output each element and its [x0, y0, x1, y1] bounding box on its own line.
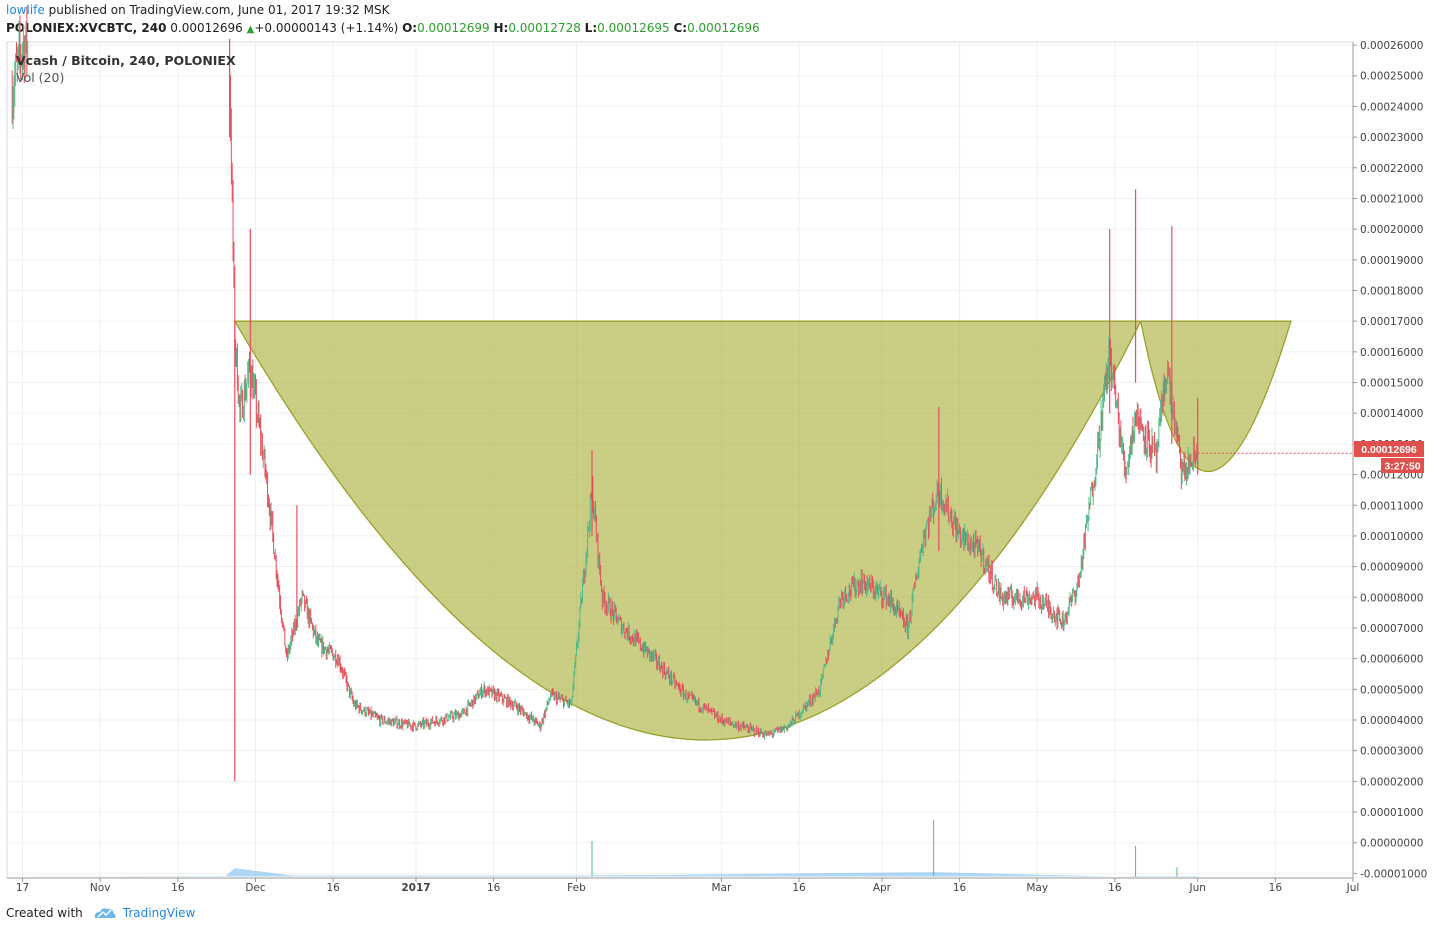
price-tick-label: 0.00010000	[1360, 531, 1423, 543]
time-tick-label: Dec	[245, 882, 266, 894]
price-tick-label: 0.00026000	[1360, 40, 1423, 52]
time-axis[interactable]: 17 Nov 16 Dec 16 2017 16 Feb Mar 16 Apr 16 May 16 Jun 1…	[7, 877, 1360, 894]
price-tick-label: 0.00017000	[1360, 316, 1423, 328]
price-tick-label: 0.00014000	[1360, 408, 1423, 420]
time-tick-label: 17	[16, 882, 29, 894]
price-tick-label: 0.00018000	[1360, 285, 1423, 297]
price-tick-label: 0.00024000	[1360, 101, 1423, 113]
time-tick-label: Jul	[1346, 882, 1360, 894]
price-tick-label: 0.00003000	[1360, 746, 1423, 758]
price-tick-label: 0.00008000	[1360, 592, 1423, 604]
time-tick-label: Jun	[1188, 882, 1205, 894]
price-tick-label: 0.00004000	[1360, 715, 1423, 727]
price-tick-label: 0.00025000	[1360, 71, 1423, 83]
price-tick-label: 0.00016000	[1360, 347, 1423, 359]
series-title[interactable]: Vcash / Bitcoin, 240, POLONIEX	[16, 52, 236, 69]
price-tick-label: 0.00020000	[1360, 224, 1423, 236]
price-tick-label: 0.00009000	[1360, 562, 1423, 574]
time-tick-label: Apr	[873, 882, 892, 894]
last-price-badge: 0.00012696 3:27:50	[1354, 441, 1424, 473]
time-tick-label: 16	[953, 882, 967, 894]
tradingview-link[interactable]: TradingView	[123, 906, 196, 920]
price-tick-label: 0.00005000	[1360, 684, 1423, 696]
countdown-badge-value: 3:27:50	[1384, 461, 1420, 473]
price-tick-label: 0.00007000	[1360, 623, 1423, 635]
time-tick-label: 16	[171, 882, 185, 894]
time-tick-label: 16	[326, 882, 340, 894]
price-tick-label: 0.00019000	[1360, 255, 1423, 267]
time-tick-label: Nov	[90, 882, 111, 894]
tradingview-cloud-icon	[94, 908, 116, 918]
time-tick-label: Mar	[712, 882, 732, 894]
price-tick-label: 0.00002000	[1360, 776, 1423, 788]
time-tick-label: 2017	[401, 882, 430, 894]
time-tick-label: 16	[1108, 882, 1122, 894]
time-tick-label: 16	[1269, 882, 1283, 894]
price-tick-label: 0.00011000	[1360, 500, 1423, 512]
time-tick-label: Feb	[567, 882, 586, 894]
price-tick-label: 0.00006000	[1360, 654, 1423, 666]
price-tick-label: 0.00001000	[1360, 807, 1423, 819]
created-with-text: Created with	[6, 906, 83, 920]
price-tick-label: 0.00022000	[1360, 163, 1423, 175]
price-tick-label: 0.00000000	[1360, 838, 1423, 850]
price-chart[interactable]: 0.00026000 0.00025000 0.00024000 0.00023000…	[0, 0, 1436, 900]
price-tick-label: 0.00021000	[1360, 193, 1423, 205]
time-tick-label: 16	[792, 882, 806, 894]
footer: Created with TradingView	[6, 906, 195, 920]
price-tick-label: -0.00001000	[1360, 868, 1427, 880]
chart-legend: Vcash / Bitcoin, 240, POLONIEX Vol (20)	[16, 52, 236, 86]
price-tick-label: 0.00015000	[1360, 378, 1423, 390]
price-tick-label: 0.00023000	[1360, 132, 1423, 144]
time-tick-label: May	[1026, 882, 1048, 894]
last-price-badge-value: 0.00012696	[1361, 444, 1417, 456]
time-tick-label: 16	[487, 882, 501, 894]
volume-title[interactable]: Vol (20)	[16, 69, 236, 86]
